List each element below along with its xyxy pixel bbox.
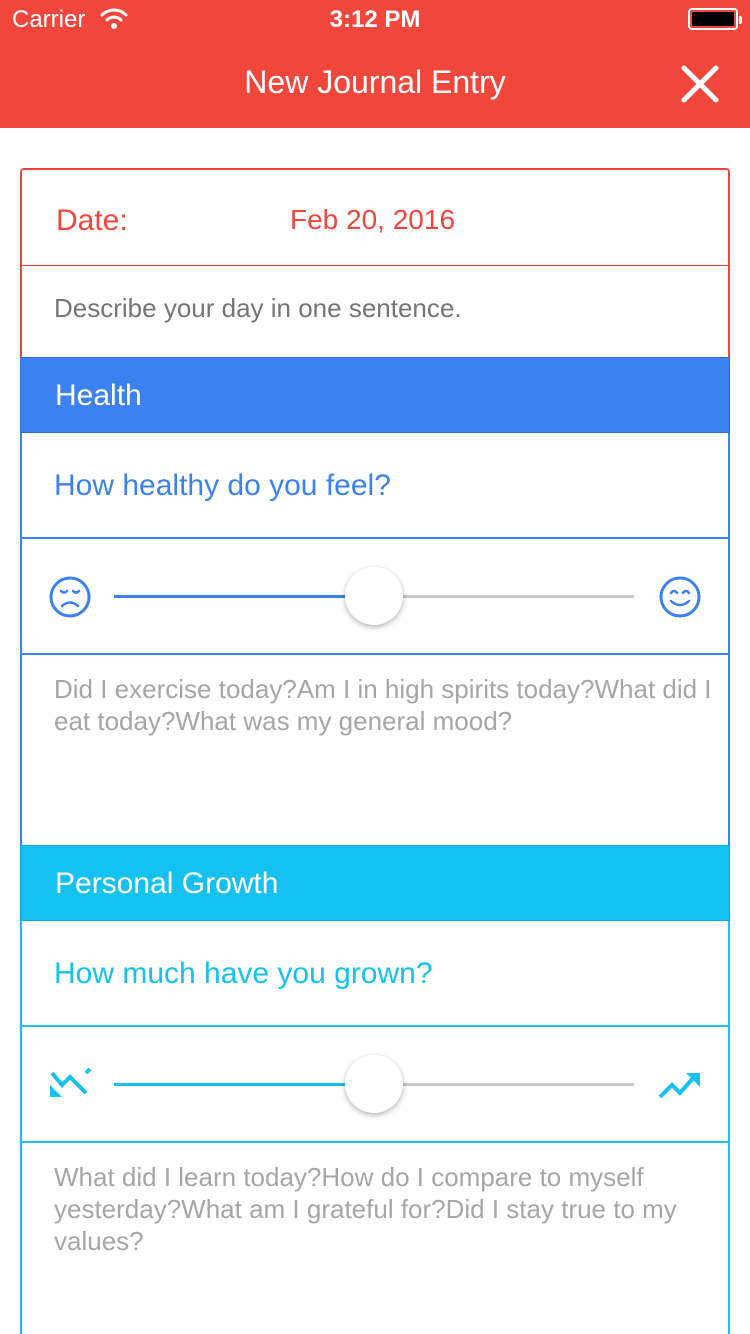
health-section-header: Health <box>20 357 730 433</box>
happy-face-icon <box>659 576 701 618</box>
status-bar: Carrier 3:12 PM <box>0 0 750 40</box>
health-notes-row <box>20 655 730 845</box>
growth-slider[interactable] <box>114 1055 634 1113</box>
day-sentence-input[interactable] <box>54 293 694 324</box>
health-question: How healthy do you feel? <box>54 469 391 502</box>
health-notes-input[interactable] <box>54 673 728 823</box>
growth-slider-row <box>20 1027 730 1143</box>
health-question-row: How healthy do you feel? <box>20 433 730 539</box>
health-slider-fill <box>114 595 374 598</box>
status-time: 3:12 PM <box>329 6 421 33</box>
close-icon[interactable] <box>672 56 728 112</box>
growth-slider-thumb[interactable] <box>345 1055 403 1113</box>
date-value[interactable]: Feb 20, 2016 <box>290 204 455 236</box>
growth-section-header: Personal Growth <box>20 845 730 921</box>
nav-header: Carrier 3:12 PM New Journal Entry <box>0 0 750 128</box>
growth-question-row: How much have you grown? <box>20 921 730 1027</box>
date-label: Date: <box>56 204 128 237</box>
health-slider[interactable] <box>114 567 634 625</box>
health-slider-row <box>20 539 730 655</box>
page-title: New Journal Entry <box>244 64 506 100</box>
trend-up-icon <box>658 1073 700 1099</box>
sentence-row <box>20 265 730 357</box>
trend-down-icon <box>50 1067 92 1097</box>
growth-slider-fill <box>114 1083 374 1086</box>
health-slider-thumb[interactable] <box>345 567 403 625</box>
sad-face-icon <box>49 576 91 618</box>
date-row[interactable]: Date: Feb 20, 2016 <box>20 168 730 266</box>
growth-notes-row <box>20 1143 730 1334</box>
battery-icon <box>688 8 742 30</box>
growth-question: How much have you grown? <box>54 957 433 990</box>
growth-notes-input[interactable] <box>54 1161 728 1311</box>
